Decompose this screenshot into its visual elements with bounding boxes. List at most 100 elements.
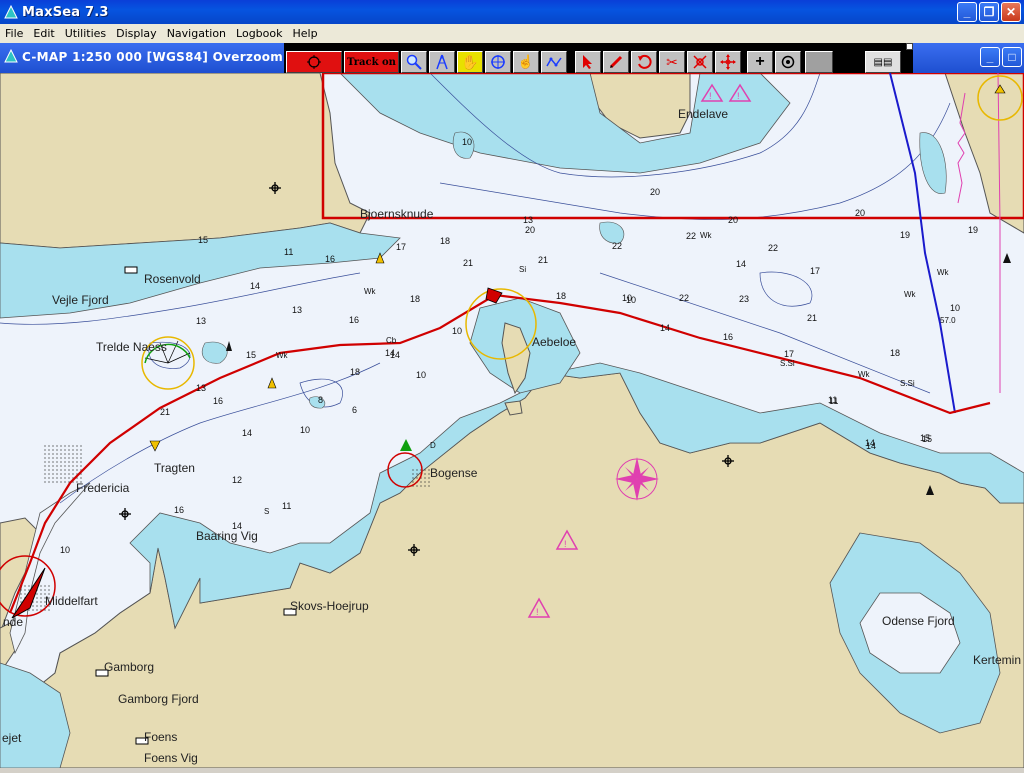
sounding: 21 bbox=[160, 407, 170, 417]
place-bogense: Bogense bbox=[430, 466, 478, 480]
sounding: 14 bbox=[736, 259, 746, 269]
place-kertemin: Kertemin bbox=[973, 653, 1021, 667]
menu-edit[interactable]: Edit bbox=[28, 27, 59, 40]
sounding: 15 bbox=[920, 433, 930, 443]
route-button[interactable] bbox=[541, 51, 567, 73]
place-foens-vig: Foens Vig bbox=[144, 751, 198, 765]
close-button[interactable]: ✕ bbox=[1001, 2, 1021, 22]
place-vejle-fjord: Vejle Fjord bbox=[52, 293, 109, 307]
waypoint-icon bbox=[693, 55, 707, 69]
rotate-button[interactable] bbox=[631, 51, 657, 73]
track-on-button[interactable]: Track on bbox=[344, 51, 399, 73]
sounding: 19 bbox=[968, 225, 978, 235]
route-icon bbox=[546, 57, 562, 67]
pencil-button[interactable] bbox=[603, 51, 629, 73]
bottom-type-label: S.Si bbox=[900, 379, 915, 388]
sounding: 22 bbox=[679, 293, 689, 303]
sounding: 14 bbox=[242, 428, 252, 438]
bottom-type-label: S.Si bbox=[780, 359, 795, 368]
plus-icon: + bbox=[755, 53, 765, 70]
sounding: 18 bbox=[556, 291, 566, 301]
sounding: 21 bbox=[807, 313, 817, 323]
sounding: 13 bbox=[523, 215, 533, 225]
window-title: MaxSea 7.3 bbox=[22, 4, 109, 20]
compass-divider-button[interactable] bbox=[429, 51, 455, 73]
sounding: 18 bbox=[350, 367, 360, 377]
select-arrow-button[interactable] bbox=[575, 51, 601, 73]
sounding: 14 bbox=[250, 281, 260, 291]
svg-text:!: ! bbox=[536, 607, 539, 617]
sounding: 13 bbox=[196, 383, 206, 393]
sounding: 23 bbox=[739, 294, 749, 304]
menu-navigation[interactable]: Navigation bbox=[162, 27, 231, 40]
crosshair-icon bbox=[491, 55, 505, 69]
sounding: 20 bbox=[728, 215, 738, 225]
menu-display[interactable]: Display bbox=[111, 27, 162, 40]
menu-logbook[interactable]: Logbook bbox=[231, 27, 287, 40]
place-bjoernsknude: Bjoernsknude bbox=[360, 207, 434, 221]
sounding: 17 bbox=[810, 266, 820, 276]
svg-text:!: ! bbox=[564, 539, 567, 549]
chart-minimize-button[interactable]: _ bbox=[980, 47, 1000, 67]
place-nde: nde bbox=[3, 615, 23, 629]
place-tragten: Tragten bbox=[154, 461, 195, 475]
light-label: D bbox=[430, 441, 436, 450]
menu-help[interactable]: Help bbox=[288, 27, 323, 40]
menu-utilities[interactable]: Utilities bbox=[60, 27, 111, 40]
wreck-label: Wk bbox=[937, 268, 950, 277]
sounding: 17 bbox=[784, 349, 794, 359]
maxsea-app-icon bbox=[4, 5, 18, 19]
sounding: 16 bbox=[213, 396, 223, 406]
mark-button[interactable] bbox=[775, 51, 801, 73]
move-arrows-icon bbox=[720, 54, 736, 70]
sounding: 21 bbox=[538, 255, 548, 265]
blank-button[interactable] bbox=[805, 51, 833, 73]
sounding: 10 bbox=[300, 425, 310, 435]
sounding: 11 bbox=[282, 501, 291, 511]
land-jutland bbox=[0, 72, 371, 249]
sounding: 18 bbox=[410, 294, 420, 304]
svg-text:!: ! bbox=[737, 91, 740, 101]
cross-button[interactable]: + bbox=[747, 51, 773, 73]
place-endelave: Endelave bbox=[678, 107, 728, 121]
sounding: 22 bbox=[686, 231, 696, 241]
sounding-contour-label: 20 bbox=[525, 225, 535, 235]
sounding: 16 bbox=[174, 505, 184, 515]
sounding: 22 bbox=[612, 241, 622, 251]
grab-button[interactable]: ☝ bbox=[513, 51, 539, 73]
target-icon bbox=[307, 55, 321, 69]
toolbar-grip[interactable] bbox=[906, 43, 913, 50]
minimize-button[interactable]: _ bbox=[957, 2, 977, 22]
scissors-icon: ✂ bbox=[666, 53, 678, 70]
sounding: 16 bbox=[325, 254, 335, 264]
maximize-button[interactable]: ❐ bbox=[979, 2, 999, 22]
sounding: 13 bbox=[292, 305, 302, 315]
scissors-button[interactable]: ✂ bbox=[659, 51, 685, 73]
layers-icon: ▤▤ bbox=[873, 56, 893, 68]
target-button[interactable] bbox=[286, 51, 342, 73]
wreck-label: Wk bbox=[364, 287, 377, 296]
sounding: 15 bbox=[198, 235, 208, 245]
nautical-chart[interactable]: !!!! Endelave Bjoernsknude Rosenvold Vej… bbox=[0, 71, 1024, 769]
sounding: 13 bbox=[196, 316, 206, 326]
sounding: 10 bbox=[950, 303, 960, 313]
place-ejet: ejet bbox=[2, 731, 22, 745]
sounding: 16 bbox=[349, 315, 359, 325]
zoom-button[interactable] bbox=[401, 51, 427, 73]
chart-maximize-button[interactable]: □ bbox=[1002, 47, 1022, 67]
sounding-contour-label: 10 bbox=[462, 137, 472, 147]
layers-button[interactable]: ▤▤ bbox=[865, 51, 901, 73]
place-gamborg-fjord: Gamborg Fjord bbox=[118, 692, 199, 706]
window-titlebar[interactable]: MaxSea 7.3 _ ❐ ✕ bbox=[0, 0, 1024, 24]
chart-window-title: C-MAP 1:250 000 [WGS84] Overzoom bbox=[22, 50, 284, 64]
menu-file[interactable]: File bbox=[0, 27, 28, 40]
sounding: 11 bbox=[829, 396, 838, 406]
pan-hand-button[interactable]: ✋ bbox=[457, 51, 483, 73]
sounding: 16 bbox=[723, 332, 733, 342]
place-odense-fjord: Odense Fjord bbox=[882, 614, 955, 628]
move-button[interactable] bbox=[715, 51, 741, 73]
menu-bar: File Edit Utilities Display Navigation L… bbox=[0, 24, 1024, 43]
center-button[interactable] bbox=[485, 51, 511, 73]
waypoint-button[interactable] bbox=[687, 51, 713, 73]
sounding: 14 bbox=[390, 350, 400, 360]
